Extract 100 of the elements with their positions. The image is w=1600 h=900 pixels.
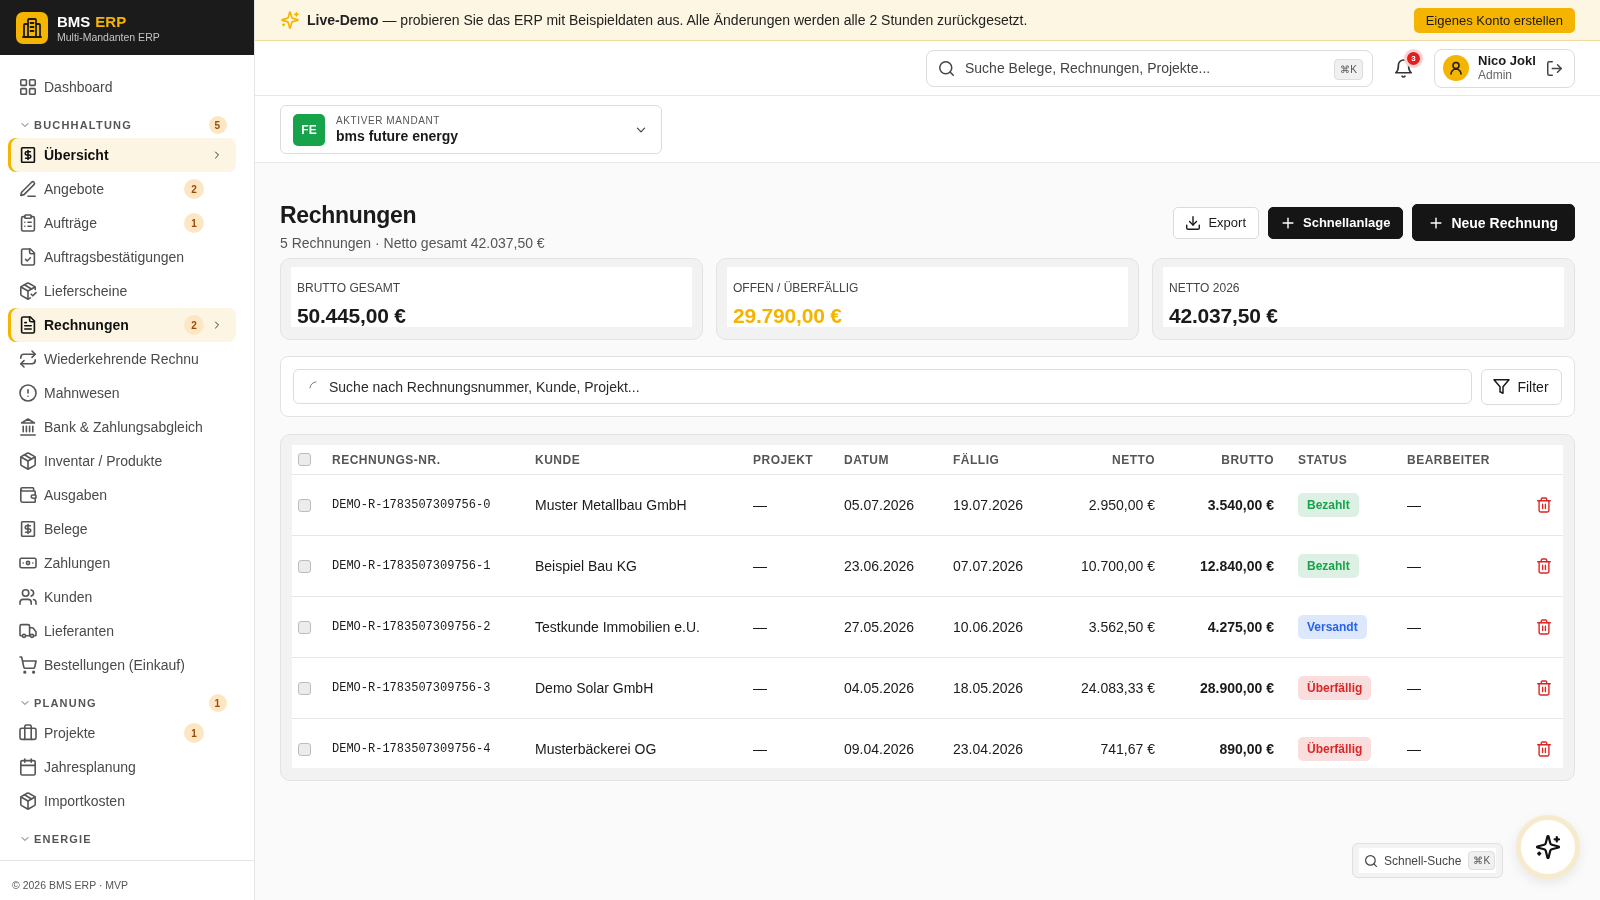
- box-icon: [20, 793, 36, 809]
- table-cell-text: 2.950,00 €: [1087, 497, 1155, 513]
- section-header[interactable]: BUCHHALTUNG 5: [8, 112, 236, 138]
- table-cell-text: —: [753, 558, 768, 574]
- trash-icon[interactable]: [1537, 559, 1551, 573]
- nav-item[interactable]: Bank & Zahlungsabgleich: [8, 410, 236, 444]
- table-cell-text: DEMO-R-1783507309756-2: [332, 620, 492, 634]
- shortcut-hint: ⌘K: [1334, 58, 1363, 80]
- trash-icon[interactable]: [1537, 681, 1551, 695]
- table-cell-text: 05.07.2026: [844, 497, 916, 513]
- nav-item[interactable]: Zahlungen: [8, 546, 236, 580]
- trash-icon[interactable]: [1537, 498, 1551, 512]
- shortcut-hint: ⌘K: [1468, 851, 1496, 870]
- checkbox[interactable]: [298, 620, 311, 634]
- nav-item[interactable]: Dashboard: [8, 70, 236, 104]
- plus-icon: [1281, 215, 1295, 230]
- chevron-right-icon: [212, 150, 222, 160]
- table-cell-text: —: [753, 741, 768, 757]
- nav-item[interactable]: Inventar / Produkte: [8, 444, 236, 478]
- table-cell-text: Beispiel Bau KG: [535, 558, 638, 574]
- table-cell-text: DEMO-R-1783507309756-3: [332, 681, 492, 695]
- table-cell-text: 23.06.2026: [844, 558, 916, 574]
- nav-item[interactable]: Auftragsbestätigungen: [8, 240, 236, 274]
- action-button[interactable]: Neue Rechnung: [1412, 204, 1575, 241]
- table-cell-text: 23.04.2026: [953, 741, 1025, 757]
- alert-circle-icon: [20, 385, 36, 401]
- grid-icon: [20, 79, 36, 95]
- table-cell-text: Demo Solar GmbH: [535, 680, 655, 696]
- trash-icon[interactable]: [1537, 742, 1551, 756]
- nav-item[interactable]: Jahresplanung: [8, 750, 236, 784]
- section-header[interactable]: ENERGIE: [8, 826, 236, 852]
- box-icon: [20, 453, 36, 469]
- checkbox[interactable]: [298, 453, 311, 466]
- checkbox[interactable]: [298, 681, 311, 695]
- table-cell-text: DEMO-R-1783507309756-0: [332, 498, 492, 512]
- table-cell-text: 741,67 €: [1099, 741, 1155, 757]
- repeat-icon: [20, 351, 36, 367]
- nav-item[interactable]: Wiederkehrende Rechnu: [8, 342, 236, 376]
- nav-item[interactable]: Projekte 1: [8, 716, 236, 750]
- demo-notice: Live-Demo — probieren Sie das ERP mit Beispieldaten aus. Alle Änderungen werden alle 2 Stunden zurückgesetzt.: [307, 12, 1029, 28]
- plus-icon: [1429, 215, 1444, 230]
- checkbox[interactable]: [298, 559, 311, 573]
- action-button[interactable]: Export: [1173, 206, 1259, 239]
- table-cell-text: —: [1407, 619, 1422, 635]
- nav-item[interactable]: Mahnwesen: [8, 376, 236, 410]
- bell-icon[interactable]: [1395, 59, 1412, 77]
- column-header: DATUM: [844, 452, 890, 467]
- tenant-name: bms future energy: [336, 128, 460, 144]
- count-badge: 1: [184, 213, 204, 233]
- table-cell-text: 07.07.2026: [953, 558, 1025, 574]
- nav-item[interactable]: Bestellungen (Einkauf): [8, 648, 236, 682]
- trash-icon[interactable]: [1537, 620, 1551, 634]
- column-header: BEARBEITER: [1407, 452, 1491, 467]
- nav-item[interactable]: Belege: [8, 512, 236, 546]
- table-cell-text: 27.05.2026: [844, 619, 916, 635]
- table-cell-text: —: [753, 619, 768, 635]
- nav-item[interactable]: Ausgaben: [8, 478, 236, 512]
- sparkle-icon: [1537, 836, 1559, 858]
- stat-label: BRUTTO GESAMT: [297, 281, 402, 295]
- copyright-text: © 2026 BMS ERP · MVP: [12, 878, 129, 891]
- nav-item[interactable]: Aufträge 1: [8, 206, 236, 240]
- stat-value: 42.037,50 €: [1169, 304, 1279, 328]
- nav-item[interactable]: Übersicht: [8, 138, 236, 172]
- table-cell-text: 18.05.2026: [953, 680, 1025, 696]
- column-header: RECHNUNGS-NR.: [332, 452, 442, 467]
- status-badge: Bezahlt: [1298, 493, 1359, 517]
- action-button[interactable]: Schnellanlage: [1268, 206, 1404, 239]
- tenant-selector[interactable]: FE AKTIVER MANDANT bms future energy: [280, 105, 662, 154]
- search-field[interactable]: Suche nach Rechnungsnummer, Kunde, Projekt...: [293, 369, 1472, 404]
- table-cell-text: 890,00 €: [1218, 741, 1274, 757]
- nav-item[interactable]: Kunden: [8, 580, 236, 614]
- file-check-icon: [20, 249, 36, 265]
- checkbox[interactable]: [298, 742, 311, 756]
- nav-item[interactable]: Rechnungen 2: [8, 308, 236, 342]
- table-cell-text: —: [753, 497, 768, 513]
- chevron-right-icon: [212, 320, 222, 330]
- page-title: Rechnungen: [280, 201, 418, 229]
- tenant-caption: AKTIVER MANDANT: [336, 115, 441, 126]
- count-badge: 2: [184, 315, 204, 335]
- filter-button[interactable]: Filter: [1481, 368, 1562, 405]
- cart-icon: [20, 657, 36, 673]
- download-icon: [1186, 215, 1201, 230]
- logo-icon: [16, 11, 48, 44]
- column-header: PROJEKT: [753, 452, 815, 467]
- user-menu[interactable]: Nico Jokl Admin: [1434, 48, 1575, 88]
- nav-item[interactable]: Lieferscheine: [8, 274, 236, 308]
- table-cell-text: —: [1407, 680, 1422, 696]
- logout-icon[interactable]: [1547, 60, 1562, 76]
- clipboard-icon: [20, 215, 36, 231]
- create-account-button[interactable]: Eigenes Konto erstellen: [1413, 7, 1575, 33]
- quick-search-button[interactable]: Schnell-Suche ⌘K: [1352, 843, 1503, 878]
- nav-item[interactable]: Importkosten: [8, 784, 236, 818]
- table-cell-text: Testkunde Immobilien e.U.: [535, 619, 701, 635]
- column-header: STATUS: [1297, 452, 1349, 467]
- nav-item[interactable]: Lieferanten: [8, 614, 236, 648]
- nav-item[interactable]: Angebote 2: [8, 172, 236, 206]
- checkbox[interactable]: [298, 498, 311, 512]
- table-cell-text: —: [1407, 497, 1422, 513]
- table-cell-text: 10.06.2026: [953, 619, 1025, 635]
- section-header[interactable]: PLANUNG 1: [8, 690, 236, 716]
